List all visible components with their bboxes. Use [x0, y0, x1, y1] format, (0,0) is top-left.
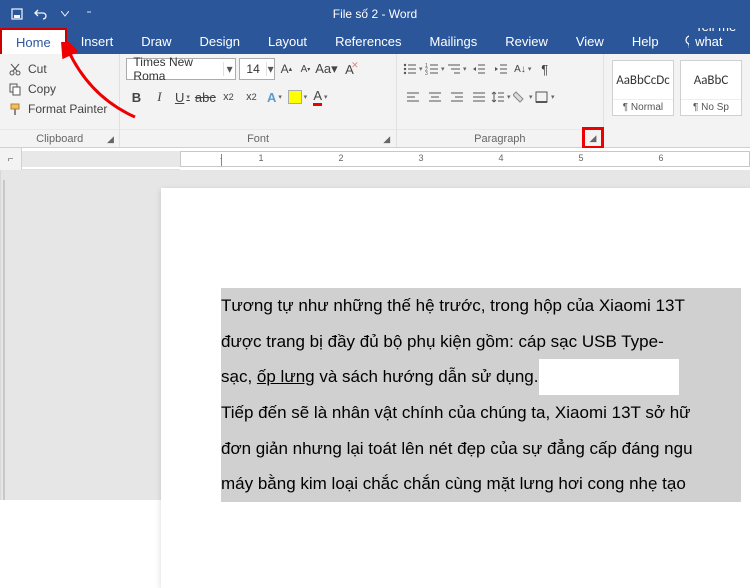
group-styles: AaBbCcDc ¶ Normal AaBbC ¶ No Sp — [604, 54, 750, 147]
chevron-down-icon: ▾ — [223, 62, 235, 76]
show-paragraph-marks-button[interactable]: ¶ — [535, 58, 555, 80]
bullets-button[interactable] — [403, 58, 423, 80]
tell-me-search[interactable]: Tell me what you — [673, 28, 750, 54]
decrease-indent-button[interactable] — [469, 58, 489, 80]
ruler-horizontal[interactable]: ⌐ · 1 2 3 4 5 6 — [0, 148, 750, 170]
paintbrush-icon — [8, 102, 22, 116]
italic-button[interactable]: I — [149, 86, 169, 108]
tab-help[interactable]: Help — [618, 28, 673, 54]
clipboard-launcher-icon[interactable]: ◢ — [103, 132, 117, 146]
grow-font-button[interactable]: A▴ — [278, 59, 294, 79]
strikethrough-button[interactable]: abc — [195, 86, 215, 108]
bold-button[interactable]: B — [126, 86, 146, 108]
superscript-button[interactable]: x2 — [241, 86, 261, 108]
tab-home[interactable]: Home — [0, 28, 67, 54]
format-painter-button[interactable]: Format Painter — [8, 100, 111, 118]
numbering-button[interactable]: 123 — [425, 58, 445, 80]
clear-formatting-button[interactable]: A✕ — [339, 58, 359, 80]
undo-icon[interactable] — [34, 7, 48, 21]
align-right-button[interactable] — [447, 86, 467, 108]
paragraph-launcher-icon[interactable]: ◢ — [582, 127, 604, 149]
qat-customize-icon[interactable]: ⁼ — [82, 7, 96, 21]
ribbon: Cut Copy Format Painter Clipboard ◢ Time… — [0, 54, 750, 148]
group-paragraph: 123 A↓ ¶ Paragraph ◢ — [397, 54, 604, 147]
tab-design[interactable]: Design — [186, 28, 254, 54]
paragraph-group-label: Paragraph ◢ — [397, 129, 603, 147]
lightbulb-icon — [683, 34, 690, 48]
page-scroll[interactable]: Tương tự như những thế hệ trước, trong h… — [1, 170, 750, 500]
autosave-icon[interactable] — [10, 7, 24, 21]
selected-text-block[interactable]: Tương tự như những thế hệ trước, trong h… — [221, 288, 741, 502]
clipboard-group-label: Clipboard ◢ — [0, 129, 119, 147]
font-group-label: Font ◢ — [120, 129, 395, 147]
subscript-button[interactable]: x2 — [218, 86, 238, 108]
scissors-icon — [8, 62, 22, 76]
font-color-button[interactable]: A — [310, 86, 330, 108]
change-case-button[interactable]: Aa▾ — [316, 58, 336, 80]
sort-button[interactable]: A↓ — [513, 58, 533, 80]
tab-review[interactable]: Review — [491, 28, 562, 54]
tab-draw[interactable]: Draw — [127, 28, 185, 54]
document-area: Tương tự như những thế hệ trước, trong h… — [0, 170, 750, 500]
tab-insert[interactable]: Insert — [67, 28, 128, 54]
tab-references[interactable]: References — [321, 28, 415, 54]
font-name-combo[interactable]: Times New Roma ▾ — [126, 58, 236, 80]
increase-indent-button[interactable] — [491, 58, 511, 80]
group-clipboard: Cut Copy Format Painter Clipboard ◢ — [0, 54, 120, 147]
title-bar: ⁼ File số 2 - Word — [0, 0, 750, 28]
line-spacing-button[interactable] — [491, 86, 511, 108]
chevron-down-icon: ▾ — [266, 62, 275, 76]
ruler-vertical[interactable] — [0, 170, 1, 500]
highlight-color-icon — [288, 90, 302, 104]
shrink-font-button[interactable]: A▾ — [297, 59, 313, 79]
group-font: Times New Roma ▾ 14 ▾ A▴ A▾ Aa▾ A✕ B I U… — [120, 54, 396, 147]
document-title: File số 2 - Word — [333, 7, 417, 21]
justify-button[interactable] — [469, 86, 489, 108]
align-center-button[interactable] — [425, 86, 445, 108]
tab-selector[interactable]: ⌐ — [0, 148, 22, 170]
copy-button[interactable]: Copy — [8, 80, 111, 98]
borders-button[interactable] — [535, 86, 555, 108]
underline-button[interactable]: U — [172, 86, 192, 108]
cut-button[interactable]: Cut — [8, 60, 111, 78]
tab-view[interactable]: View — [562, 28, 618, 54]
text-effects-button[interactable]: A — [264, 86, 284, 108]
copy-icon — [8, 82, 22, 96]
style-normal[interactable]: AaBbCcDc ¶ Normal — [612, 60, 674, 116]
highlight-button[interactable] — [287, 86, 307, 108]
ribbon-tabs: Home Insert Draw Design Layout Reference… — [0, 28, 750, 54]
multilevel-list-button[interactable] — [447, 58, 467, 80]
quick-access-toolbar: ⁼ — [0, 7, 96, 21]
font-size-combo[interactable]: 14 ▾ — [239, 58, 275, 80]
shading-button[interactable] — [513, 86, 533, 108]
align-left-button[interactable] — [403, 86, 423, 108]
tab-layout[interactable]: Layout — [254, 28, 321, 54]
page[interactable]: Tương tự như những thế hệ trước, trong h… — [161, 188, 750, 588]
svg-text:3: 3 — [425, 71, 428, 75]
style-no-spacing[interactable]: AaBbC ¶ No Sp — [680, 60, 742, 116]
redo-dropdown-icon[interactable] — [58, 7, 72, 21]
font-launcher-icon[interactable]: ◢ — [380, 132, 394, 146]
tab-mailings[interactable]: Mailings — [416, 28, 492, 54]
